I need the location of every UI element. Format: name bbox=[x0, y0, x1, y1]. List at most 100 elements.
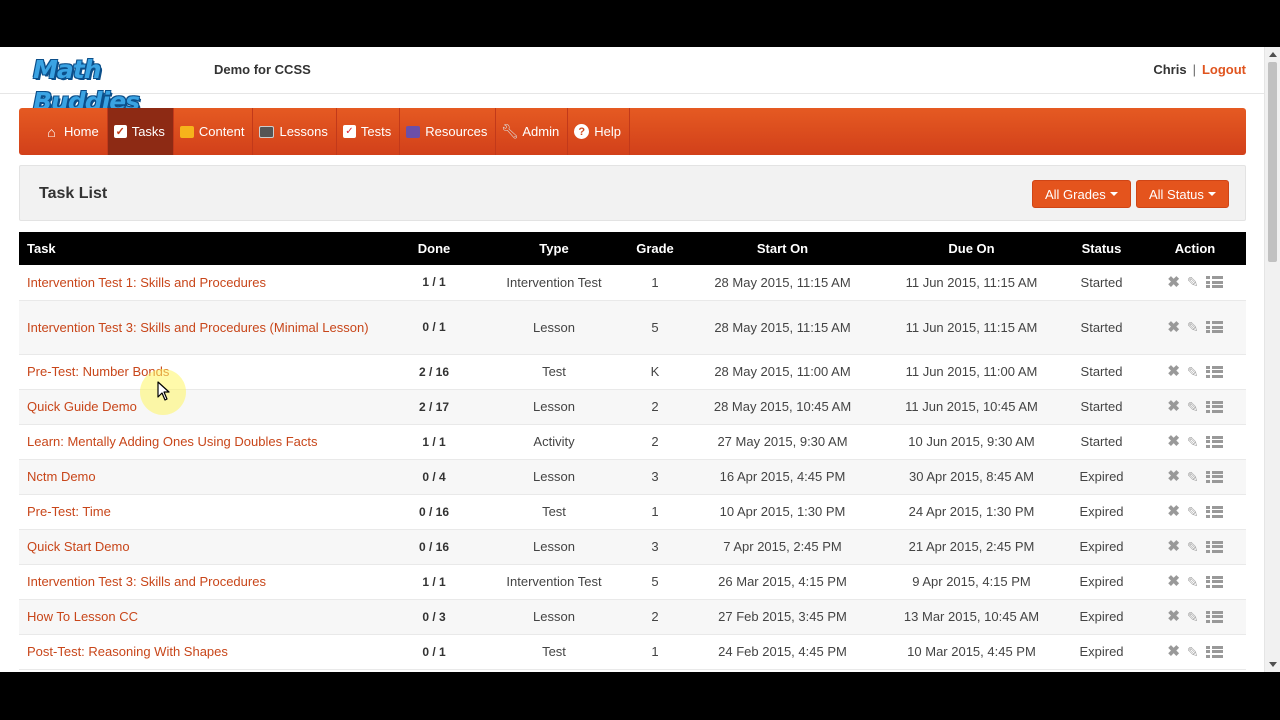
app-name: Demo for CCSS bbox=[214, 62, 311, 77]
start-on: 27 Feb 2015, 3:45 PM bbox=[681, 599, 884, 635]
delete-icon[interactable]: ✖ bbox=[1167, 275, 1180, 290]
home-icon: ⌂ bbox=[47, 123, 56, 140]
nav-tasks-label: Tasks bbox=[131, 124, 165, 139]
action-group: ✖ ✎ bbox=[1144, 364, 1246, 379]
done-count: 0 / 16 bbox=[389, 494, 479, 530]
edit-pencil-icon[interactable]: ✎ bbox=[1187, 275, 1199, 289]
task-name-link[interactable]: Nctm Demo bbox=[19, 459, 389, 495]
details-list-icon[interactable] bbox=[1205, 505, 1223, 518]
col-done[interactable]: Done bbox=[389, 232, 479, 265]
edit-pencil-icon[interactable]: ✎ bbox=[1187, 435, 1199, 449]
delete-icon[interactable]: ✖ bbox=[1167, 469, 1180, 484]
details-list-icon[interactable] bbox=[1205, 575, 1223, 588]
due-on: 11 Jun 2015, 11:00 AM bbox=[884, 354, 1059, 390]
delete-icon[interactable]: ✖ bbox=[1167, 609, 1180, 624]
nav-content[interactable]: Content bbox=[174, 108, 254, 155]
task-name-link[interactable]: Quick Start Demo bbox=[19, 529, 389, 565]
math-buddies-logo[interactable]: Math Buddies bbox=[33, 54, 201, 116]
due-on: 10 Mar 2015, 4:45 PM bbox=[884, 634, 1059, 670]
row-actions: ✖ ✎ bbox=[1144, 300, 1246, 355]
done-count: 0 / 4 bbox=[389, 459, 479, 495]
details-list-icon[interactable] bbox=[1205, 321, 1223, 333]
edit-pencil-icon[interactable]: ✎ bbox=[1187, 610, 1199, 624]
row-actions: ✖ ✎ bbox=[1144, 459, 1246, 495]
details-list-icon[interactable] bbox=[1205, 365, 1223, 378]
done-count: 0 / 16 bbox=[389, 529, 479, 565]
due-on: 24 Apr 2015, 1:30 PM bbox=[884, 494, 1059, 530]
done-count: 0 / 3 bbox=[389, 599, 479, 635]
nav-resources[interactable]: Resources bbox=[400, 108, 497, 155]
logout-link[interactable]: Logout bbox=[1202, 62, 1246, 77]
delete-icon[interactable]: ✖ bbox=[1167, 434, 1180, 449]
col-due-on[interactable]: Due On bbox=[884, 232, 1059, 265]
edit-pencil-icon[interactable]: ✎ bbox=[1187, 470, 1199, 484]
due-on: 11 Jun 2015, 11:15 AM bbox=[884, 265, 1059, 301]
task-rows: Intervention Test 1: Skills and Procedur… bbox=[19, 265, 1246, 670]
delete-icon[interactable]: ✖ bbox=[1167, 539, 1180, 554]
details-list-icon[interactable] bbox=[1205, 435, 1223, 448]
done-count: 1 / 1 bbox=[389, 564, 479, 600]
delete-icon[interactable]: ✖ bbox=[1167, 644, 1180, 659]
task-grade: 1 bbox=[629, 634, 681, 670]
task-status: Started bbox=[1059, 265, 1144, 301]
edit-pencil-icon[interactable]: ✎ bbox=[1187, 365, 1199, 379]
vertical-scrollbar[interactable] bbox=[1264, 47, 1280, 672]
col-start-on[interactable]: Start On bbox=[681, 232, 884, 265]
edit-pencil-icon[interactable]: ✎ bbox=[1187, 645, 1199, 659]
task-name-link[interactable]: Pre-Test: Number Bonds bbox=[19, 354, 389, 390]
nav-admin-label: Admin bbox=[522, 124, 560, 139]
action-group: ✖ ✎ bbox=[1144, 275, 1246, 290]
row-actions: ✖ ✎ bbox=[1144, 599, 1246, 635]
delete-icon[interactable]: ✖ bbox=[1167, 574, 1180, 589]
user-name[interactable]: Chris bbox=[1153, 62, 1186, 77]
details-list-icon[interactable] bbox=[1205, 470, 1223, 483]
edit-pencil-icon[interactable]: ✎ bbox=[1187, 575, 1199, 589]
details-list-icon[interactable] bbox=[1205, 400, 1223, 413]
delete-icon[interactable]: ✖ bbox=[1167, 399, 1180, 414]
task-name-link[interactable]: Intervention Test 3: Skills and Procedur… bbox=[19, 300, 389, 355]
edit-pencil-icon[interactable]: ✎ bbox=[1187, 540, 1199, 554]
task-name-link[interactable]: Quick Guide Demo bbox=[19, 389, 389, 425]
page-title: Task List bbox=[39, 185, 108, 202]
row-actions: ✖ ✎ bbox=[1144, 265, 1246, 301]
nav-tests[interactable]: ✓ Tests bbox=[337, 108, 401, 155]
task-name-link[interactable]: How To Lesson CC bbox=[19, 599, 389, 635]
task-table: Task Done Type Grade Start On Due On Sta… bbox=[19, 232, 1246, 670]
delete-icon[interactable]: ✖ bbox=[1167, 364, 1180, 379]
edit-pencil-icon[interactable]: ✎ bbox=[1187, 400, 1199, 414]
task-name-link[interactable]: Intervention Test 3: Skills and Procedur… bbox=[19, 564, 389, 600]
nav-admin[interactable]: 🔧︎ Admin bbox=[496, 108, 569, 155]
col-task[interactable]: Task bbox=[19, 232, 389, 265]
details-list-icon[interactable] bbox=[1205, 540, 1223, 553]
col-type[interactable]: Type bbox=[479, 232, 629, 265]
col-status[interactable]: Status bbox=[1059, 232, 1144, 265]
nav-help[interactable]: ? Help bbox=[568, 108, 630, 155]
details-list-icon[interactable] bbox=[1205, 645, 1223, 658]
scroll-up-arrow-icon[interactable] bbox=[1269, 52, 1277, 57]
nav-tasks[interactable]: ✓ Tasks bbox=[107, 108, 174, 155]
delete-icon[interactable]: ✖ bbox=[1167, 504, 1180, 519]
edit-pencil-icon[interactable]: ✎ bbox=[1187, 320, 1199, 334]
task-type: Lesson bbox=[479, 599, 629, 635]
row-actions: ✖ ✎ bbox=[1144, 564, 1246, 600]
nav-lessons[interactable]: Lessons bbox=[253, 108, 337, 155]
action-group: ✖ ✎ bbox=[1144, 399, 1246, 414]
scroll-thumb[interactable] bbox=[1268, 62, 1277, 262]
col-grade[interactable]: Grade bbox=[629, 232, 681, 265]
all-grades-label: All Grades bbox=[1045, 186, 1106, 202]
task-name-link[interactable]: Post-Test: Reasoning With Shapes bbox=[19, 634, 389, 670]
scroll-down-arrow-icon[interactable] bbox=[1269, 662, 1277, 667]
nav-home[interactable]: ⌂ Home bbox=[38, 108, 108, 155]
task-name-link[interactable]: Intervention Test 1: Skills and Procedur… bbox=[19, 265, 389, 301]
edit-pencil-icon[interactable]: ✎ bbox=[1187, 505, 1199, 519]
task-name-link[interactable]: Pre-Test: Time bbox=[19, 494, 389, 530]
details-list-icon[interactable] bbox=[1205, 276, 1223, 289]
start-on: 24 Feb 2015, 4:45 PM bbox=[681, 634, 884, 670]
all-status-dropdown[interactable]: All Status bbox=[1136, 180, 1229, 208]
all-grades-dropdown[interactable]: All Grades bbox=[1032, 180, 1131, 208]
details-list-icon[interactable] bbox=[1205, 610, 1223, 623]
delete-icon[interactable]: ✖ bbox=[1167, 320, 1180, 335]
user-area: Chris | Logout bbox=[1153, 62, 1246, 77]
help-icon: ? bbox=[574, 124, 590, 139]
task-name-link[interactable]: Learn: Mentally Adding Ones Using Double… bbox=[19, 424, 389, 460]
